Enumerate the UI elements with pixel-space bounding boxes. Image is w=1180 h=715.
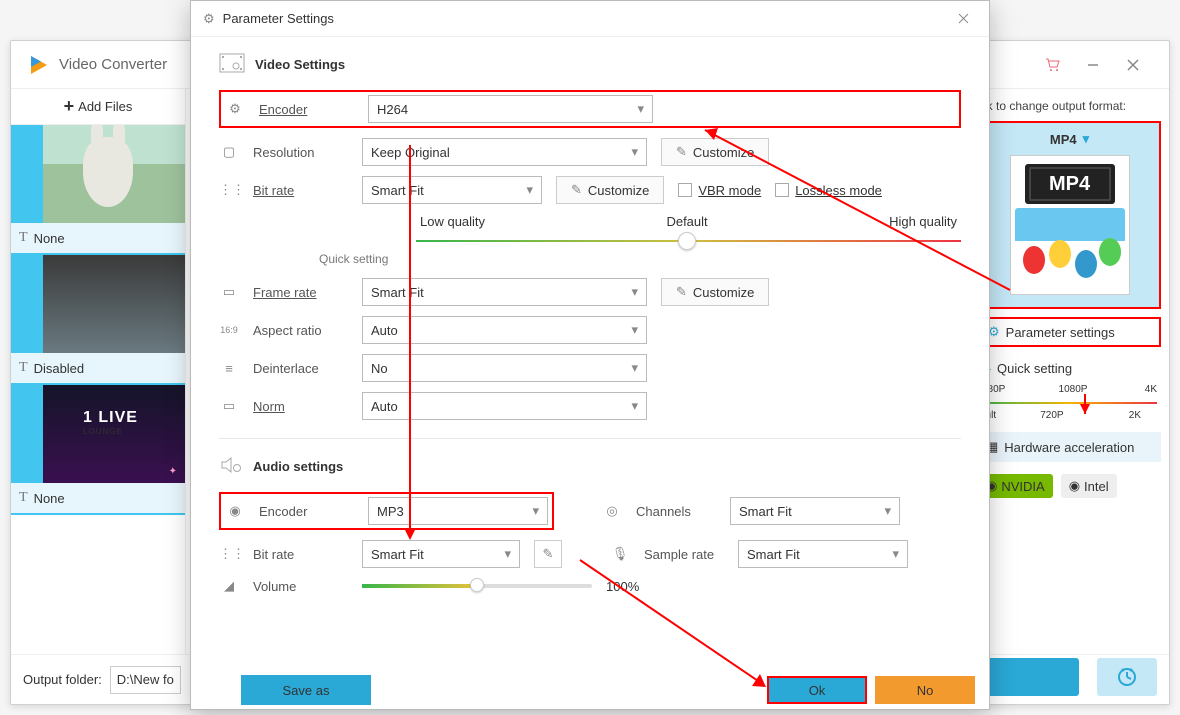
audio-encoder-icon: ◉ bbox=[225, 503, 245, 519]
parameter-settings-dialog: ⚙ Parameter Settings Video Settings ⚙ En… bbox=[190, 0, 990, 710]
dialog-title: Parameter Settings bbox=[223, 11, 334, 26]
output-format-tile[interactable]: MP4 ▾ MP4 bbox=[978, 121, 1161, 309]
app-title: Video Converter bbox=[59, 56, 167, 73]
video-settings-section: Video Settings ⚙ Encoder H264▾ ▢ Resolut… bbox=[219, 53, 961, 420]
speaker-icon bbox=[219, 455, 243, 478]
audio-settings-section: Audio settings ◉ Encoder MP3▾ ◎ Channels… bbox=[219, 455, 961, 594]
subtitle-row-2[interactable]: TDisabled bbox=[11, 353, 185, 385]
vbr-checkbox[interactable]: VBR mode bbox=[678, 183, 761, 198]
intel-chip[interactable]: ◉Intel bbox=[1061, 474, 1117, 498]
text-icon: T bbox=[19, 360, 28, 376]
audio-bitrate-select[interactable]: Smart Fit▾ bbox=[362, 540, 520, 568]
output-folder-label: Output folder: bbox=[23, 672, 102, 687]
lossless-checkbox[interactable]: Lossless mode bbox=[775, 183, 882, 198]
video-encoder-row: ⚙ Encoder H264▾ bbox=[219, 90, 961, 128]
audio-bitrate-icon: ⋮⋮ bbox=[219, 546, 239, 562]
text-icon: T bbox=[19, 230, 28, 246]
intel-icon: ◉ bbox=[1069, 478, 1080, 494]
quality-slider[interactable] bbox=[416, 231, 961, 251]
format-label: MP4 bbox=[1050, 132, 1077, 147]
samplerate-icon: 🎙 bbox=[610, 546, 630, 562]
chevron-down-icon: ▾ bbox=[526, 182, 533, 198]
resolution-customize-button[interactable]: ✎Customize bbox=[661, 138, 769, 166]
audio-encoder-select[interactable]: MP3▾ bbox=[368, 497, 548, 525]
filmstrip-icon bbox=[219, 53, 245, 76]
chevron-down-icon: ▾ bbox=[631, 284, 638, 300]
cart-icon[interactable] bbox=[1033, 49, 1073, 81]
output-panel: ick to change output format: MP4 ▾ MP4 ⚙ … bbox=[969, 89, 1169, 654]
output-folder-input[interactable]: D:\New fo bbox=[110, 666, 181, 694]
aspect-select[interactable]: Auto▾ bbox=[362, 316, 647, 344]
text-icon: T bbox=[19, 490, 28, 506]
chevron-down-icon: ▾ bbox=[884, 503, 891, 519]
channels-icon: ◎ bbox=[602, 503, 622, 519]
video-item-1[interactable] bbox=[11, 125, 185, 223]
plus-icon: + bbox=[64, 96, 75, 117]
deinterlace-select[interactable]: No▾ bbox=[362, 354, 647, 382]
video-bitrate-select[interactable]: Smart Fit▾ bbox=[362, 176, 542, 204]
pencil-icon: ✎ bbox=[571, 182, 582, 198]
bitrate-icon: ⋮⋮ bbox=[219, 182, 239, 198]
deinterlace-icon: ≡ bbox=[219, 361, 239, 376]
pencil-icon: ✎ bbox=[676, 284, 687, 300]
output-hint: ick to change output format: bbox=[978, 99, 1161, 113]
save-as-button[interactable]: Save as bbox=[241, 675, 371, 705]
chevron-down-icon: ▾ bbox=[504, 546, 511, 562]
volume-slider[interactable] bbox=[362, 584, 592, 588]
video-item-3[interactable]: 1 LIVELOUNGE✦ bbox=[11, 385, 185, 483]
subtitle-row-3[interactable]: TNone bbox=[11, 483, 185, 515]
chevron-down-icon: ▾ bbox=[631, 398, 638, 414]
app-logo-icon bbox=[27, 53, 51, 77]
no-button[interactable]: No bbox=[875, 676, 975, 704]
resolution-icon: ▢ bbox=[219, 144, 239, 160]
gear-icon: ⚙ bbox=[225, 101, 245, 117]
subtitle-row-1[interactable]: TNone bbox=[11, 223, 185, 255]
framerate-select[interactable]: Smart Fit▾ bbox=[362, 278, 647, 306]
schedule-button[interactable] bbox=[1097, 658, 1157, 696]
file-list-panel: + Add Files TNone TDisabled 1 LIVELOUNGE… bbox=[11, 89, 186, 654]
sliders-icon: ⚙ bbox=[203, 11, 215, 27]
framerate-icon: ▭ bbox=[219, 284, 239, 300]
format-preview: MP4 bbox=[1010, 155, 1130, 295]
add-files-label: Add Files bbox=[78, 99, 132, 114]
channels-select[interactable]: Smart Fit▾ bbox=[730, 497, 900, 525]
chevron-down-icon: ▾ bbox=[1083, 131, 1090, 147]
chevron-down-icon: ▾ bbox=[637, 101, 644, 117]
chevron-down-icon: ▾ bbox=[532, 503, 539, 519]
chevron-down-icon: ▾ bbox=[631, 322, 638, 338]
dialog-close-button[interactable] bbox=[949, 5, 977, 33]
quick-setting-scale[interactable]: 480P 1080P 4K ault 720P 2K bbox=[978, 384, 1161, 424]
video-encoder-select[interactable]: H264▾ bbox=[368, 95, 653, 123]
add-files-button[interactable]: + Add Files bbox=[11, 89, 185, 125]
parameter-settings-button[interactable]: ⚙ Parameter settings bbox=[978, 317, 1161, 347]
norm-select[interactable]: Auto▾ bbox=[362, 392, 647, 420]
close-button[interactable] bbox=[1113, 49, 1153, 81]
pencil-icon: ✎ bbox=[676, 144, 687, 160]
audio-bitrate-edit[interactable]: ✎ bbox=[534, 540, 562, 568]
chevron-down-icon: ▾ bbox=[892, 546, 899, 562]
samplerate-select[interactable]: Smart Fit▾ bbox=[738, 540, 908, 568]
aspect-icon: 16:9 bbox=[219, 325, 239, 335]
mp4-badge-icon: MP4 bbox=[1025, 164, 1115, 204]
resolution-select[interactable]: Keep Original▾ bbox=[362, 138, 647, 166]
framerate-customize-button[interactable]: ✎Customize bbox=[661, 278, 769, 306]
bitrate-customize-button[interactable]: ✎Customize bbox=[556, 176, 664, 204]
dialog-footer: Save as Ok No bbox=[191, 671, 989, 709]
ok-button[interactable]: Ok bbox=[767, 676, 867, 704]
norm-icon: ▭ bbox=[219, 398, 239, 414]
quick-setting-toggle[interactable]: —Quick setting bbox=[978, 361, 1161, 376]
volume-value: 100% bbox=[606, 579, 639, 594]
dialog-titlebar: ⚙ Parameter Settings bbox=[191, 1, 989, 37]
quality-slider-group: Low qualityDefaultHigh quality bbox=[354, 214, 961, 251]
hardware-acceleration[interactable]: ▦Hardware acceleration bbox=[978, 432, 1161, 462]
minimize-button[interactable] bbox=[1073, 49, 1113, 81]
volume-icon: ◢ bbox=[219, 578, 239, 594]
chevron-down-icon: ▾ bbox=[631, 360, 638, 376]
encoder-label: Encoder bbox=[259, 102, 354, 117]
video-item-2[interactable] bbox=[11, 255, 185, 353]
chevron-down-icon: ▾ bbox=[631, 144, 638, 160]
